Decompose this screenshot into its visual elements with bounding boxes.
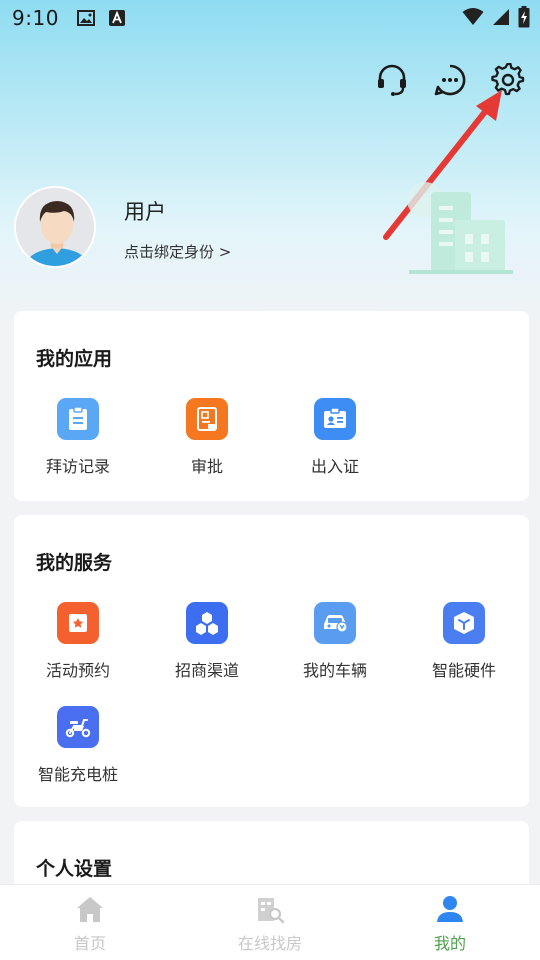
person-icon	[434, 893, 466, 925]
grid-item-label: 我的车辆	[302, 661, 367, 680]
user-name: 用户	[124, 200, 166, 224]
gallery-notification-icon	[76, 10, 95, 26]
grid-item-label: 审批	[190, 457, 223, 476]
bottom-tab-bar: 首页 在线找房 我的	[0, 884, 540, 960]
my-services-card: 我的服务 活动预约 招商渠道 我的车辆 智能硬件 智能充电桩	[14, 515, 529, 807]
car-icon	[314, 602, 356, 644]
scooter-icon	[57, 706, 99, 748]
tab-label: 我的	[433, 934, 466, 953]
avatar[interactable]	[14, 186, 96, 268]
service-smart-charging[interactable]: 智能充电桩	[14, 706, 142, 785]
app-approval[interactable]: 审批	[143, 398, 271, 477]
clipboard-icon	[57, 398, 99, 440]
message-icon[interactable]	[432, 62, 468, 98]
personal-settings-title: 个人设置	[36, 858, 113, 880]
text-notification-icon	[108, 10, 127, 26]
grid-item-label: 拜访记录	[45, 457, 110, 476]
service-smart-hardware[interactable]: 智能硬件	[400, 602, 528, 681]
app-access-pass[interactable]: 出入证	[271, 398, 399, 477]
approval-doc-icon	[186, 398, 228, 440]
tab-label: 在线找房	[237, 934, 302, 953]
building-search-icon	[254, 893, 286, 925]
tab-mine[interactable]: 我的	[360, 885, 540, 960]
status-bar: 9:10	[0, 0, 540, 36]
top-action-bar	[374, 62, 526, 98]
app-visit-records[interactable]: 拜访记录	[14, 398, 142, 477]
my-apps-card: 我的应用 拜访记录 审批 出入证	[14, 311, 529, 501]
hexagons-icon	[186, 602, 228, 644]
signal-icon	[492, 8, 510, 30]
bind-identity-link[interactable]: 点击绑定身份 >	[124, 241, 231, 262]
grid-item-label: 招商渠道	[174, 661, 239, 680]
status-indicators	[462, 6, 530, 32]
tab-find-housing[interactable]: 在线找房	[180, 885, 360, 960]
home-icon	[74, 893, 106, 925]
customer-service-icon[interactable]	[374, 62, 410, 98]
tab-home[interactable]: 首页	[0, 885, 180, 960]
grid-item-label: 活动预约	[45, 661, 110, 680]
settings-gear-icon[interactable]	[490, 62, 526, 98]
grid-item-label: 智能充电桩	[37, 765, 118, 784]
my-apps-title: 我的应用	[36, 348, 113, 370]
status-time: 9:10	[12, 6, 59, 30]
star-ticket-icon	[57, 602, 99, 644]
grid-item-label: 智能硬件	[431, 661, 496, 680]
service-my-vehicles[interactable]: 我的车辆	[271, 602, 399, 681]
grid-item-label: 出入证	[310, 457, 359, 476]
tab-label: 首页	[73, 934, 106, 953]
wifi-icon	[462, 8, 484, 30]
cube-icon	[443, 602, 485, 644]
id-card-icon	[314, 398, 356, 440]
building-illustration	[407, 182, 513, 274]
header-background	[0, 0, 540, 330]
service-investment-channel[interactable]: 招商渠道	[143, 602, 271, 681]
my-services-title: 我的服务	[36, 552, 113, 574]
service-event-booking[interactable]: 活动预约	[14, 602, 142, 681]
battery-icon	[518, 6, 530, 32]
